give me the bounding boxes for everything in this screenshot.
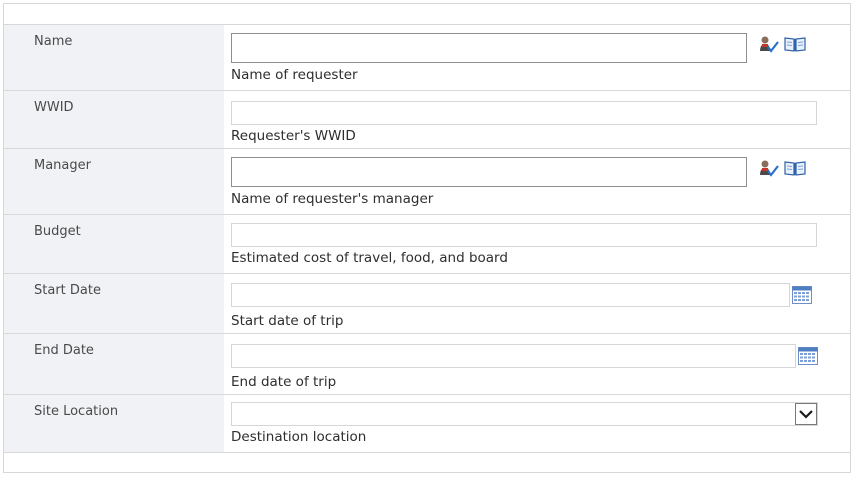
- field-cell: Requester's WWID: [224, 91, 850, 149]
- budget-input[interactable]: [231, 223, 817, 247]
- field-cell: End date of trip: [224, 334, 850, 395]
- label-cell: Start Date: [4, 274, 224, 334]
- form-row-start-date: Start Date Start date of trip: [4, 273, 850, 334]
- field-label-site-location: Site Location: [34, 404, 119, 419]
- form-row-site-location: Site Location Destination location: [4, 394, 850, 453]
- field-label-end-date: End Date: [34, 343, 94, 358]
- label-cell: Manager: [4, 149, 224, 215]
- check-names-icon[interactable]: [759, 35, 779, 57]
- field-description-wwid: Requester's WWID: [231, 128, 356, 144]
- form-row-end-date: End Date End date of trip: [4, 333, 850, 395]
- start-date-input[interactable]: [231, 283, 790, 307]
- field-label-manager: Manager: [34, 158, 91, 173]
- form-container: Name Name of requester WWID Requester's …: [3, 3, 851, 473]
- field-label-start-date: Start Date: [34, 283, 101, 298]
- form-row-wwid: WWID Requester's WWID: [4, 90, 850, 149]
- field-description-budget: Estimated cost of travel, food, and boar…: [231, 250, 508, 266]
- check-names-icon[interactable]: [759, 159, 779, 181]
- manager-people-picker-input[interactable]: [231, 157, 747, 187]
- calendar-icon[interactable]: [798, 347, 818, 369]
- label-cell: End Date: [4, 334, 224, 395]
- end-date-input[interactable]: [231, 344, 796, 368]
- calendar-icon[interactable]: [792, 286, 812, 308]
- chevron-down-icon[interactable]: [795, 403, 817, 425]
- field-description-name: Name of requester: [231, 67, 358, 83]
- field-description-start-date: Start date of trip: [231, 313, 344, 329]
- form-row-budget: Budget Estimated cost of travel, food, a…: [4, 214, 850, 274]
- field-label-name: Name: [34, 34, 73, 49]
- name-people-picker-input[interactable]: [231, 33, 747, 63]
- site-location-select[interactable]: [231, 402, 818, 426]
- browse-address-book-icon[interactable]: [784, 160, 806, 180]
- label-cell: WWID: [4, 91, 224, 149]
- field-cell: Start date of trip: [224, 274, 850, 334]
- field-description-end-date: End date of trip: [231, 374, 337, 390]
- form-footer-divider: [4, 452, 850, 473]
- field-description-manager: Name of requester's manager: [231, 191, 434, 207]
- form-row-manager: Manager Name of requester's manager: [4, 148, 850, 215]
- field-label-wwid: WWID: [34, 100, 74, 115]
- field-cell: Destination location: [224, 395, 850, 453]
- field-cell: Name of requester: [224, 25, 850, 91]
- form-row-name: Name Name of requester: [4, 24, 850, 91]
- field-label-budget: Budget: [34, 224, 81, 239]
- field-description-site-location: Destination location: [231, 429, 367, 445]
- wwid-input[interactable]: [231, 101, 817, 125]
- label-cell: Budget: [4, 215, 224, 274]
- field-cell: Estimated cost of travel, food, and boar…: [224, 215, 850, 274]
- browse-address-book-icon[interactable]: [784, 36, 806, 56]
- field-cell: Name of requester's manager: [224, 149, 850, 215]
- label-cell: Name: [4, 25, 224, 91]
- label-cell: Site Location: [4, 395, 224, 453]
